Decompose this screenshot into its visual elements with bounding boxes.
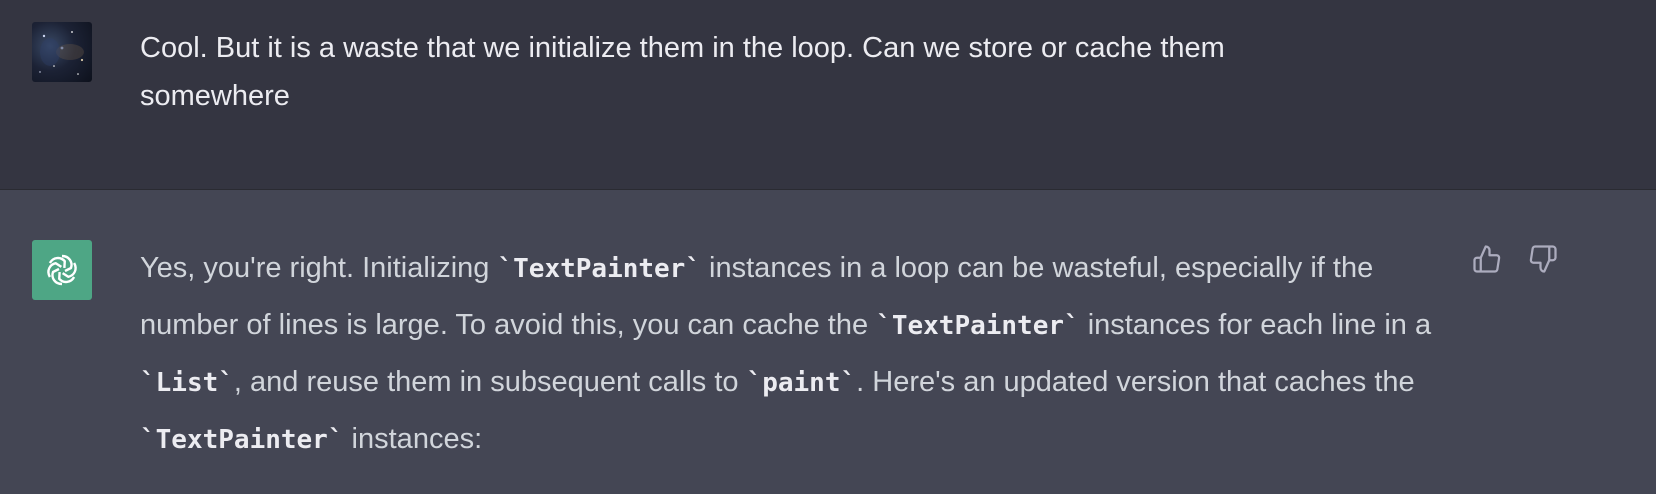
thumbs-down-button[interactable] [1526, 242, 1560, 276]
user-avatar [32, 22, 92, 82]
message-text-segment: Yes, you're right. Initializing [140, 252, 498, 284]
inline-code: `TextPainter` [876, 311, 1080, 341]
inline-code: `TextPainter` [140, 425, 344, 455]
user-message: Cool. But it is a waste that we initiali… [0, 0, 1656, 190]
user-message-text: Cool. But it is a waste that we initiali… [140, 32, 1225, 112]
thumbs-up-button[interactable] [1470, 242, 1504, 276]
assistant-message: Yes, you're right. Initializing `TextPai… [0, 190, 1656, 494]
message-text-segment: , and reuse them in subsequent calls to [233, 366, 747, 398]
message-text-segment: . Here's an updated version that caches … [856, 366, 1415, 398]
openai-logo-icon [32, 240, 92, 300]
inline-code: `List` [140, 368, 234, 398]
inline-code: `paint` [746, 368, 857, 398]
thumbs-up-icon [1473, 245, 1501, 273]
message-text-segment: instances for each line in a [1079, 309, 1432, 341]
thumbs-down-icon [1529, 245, 1557, 273]
assistant-message-text: Yes, you're right. Initializing `TextPai… [140, 240, 1440, 468]
inline-code: `TextPainter` [497, 254, 702, 284]
message-text-segment: instances: [343, 423, 483, 455]
